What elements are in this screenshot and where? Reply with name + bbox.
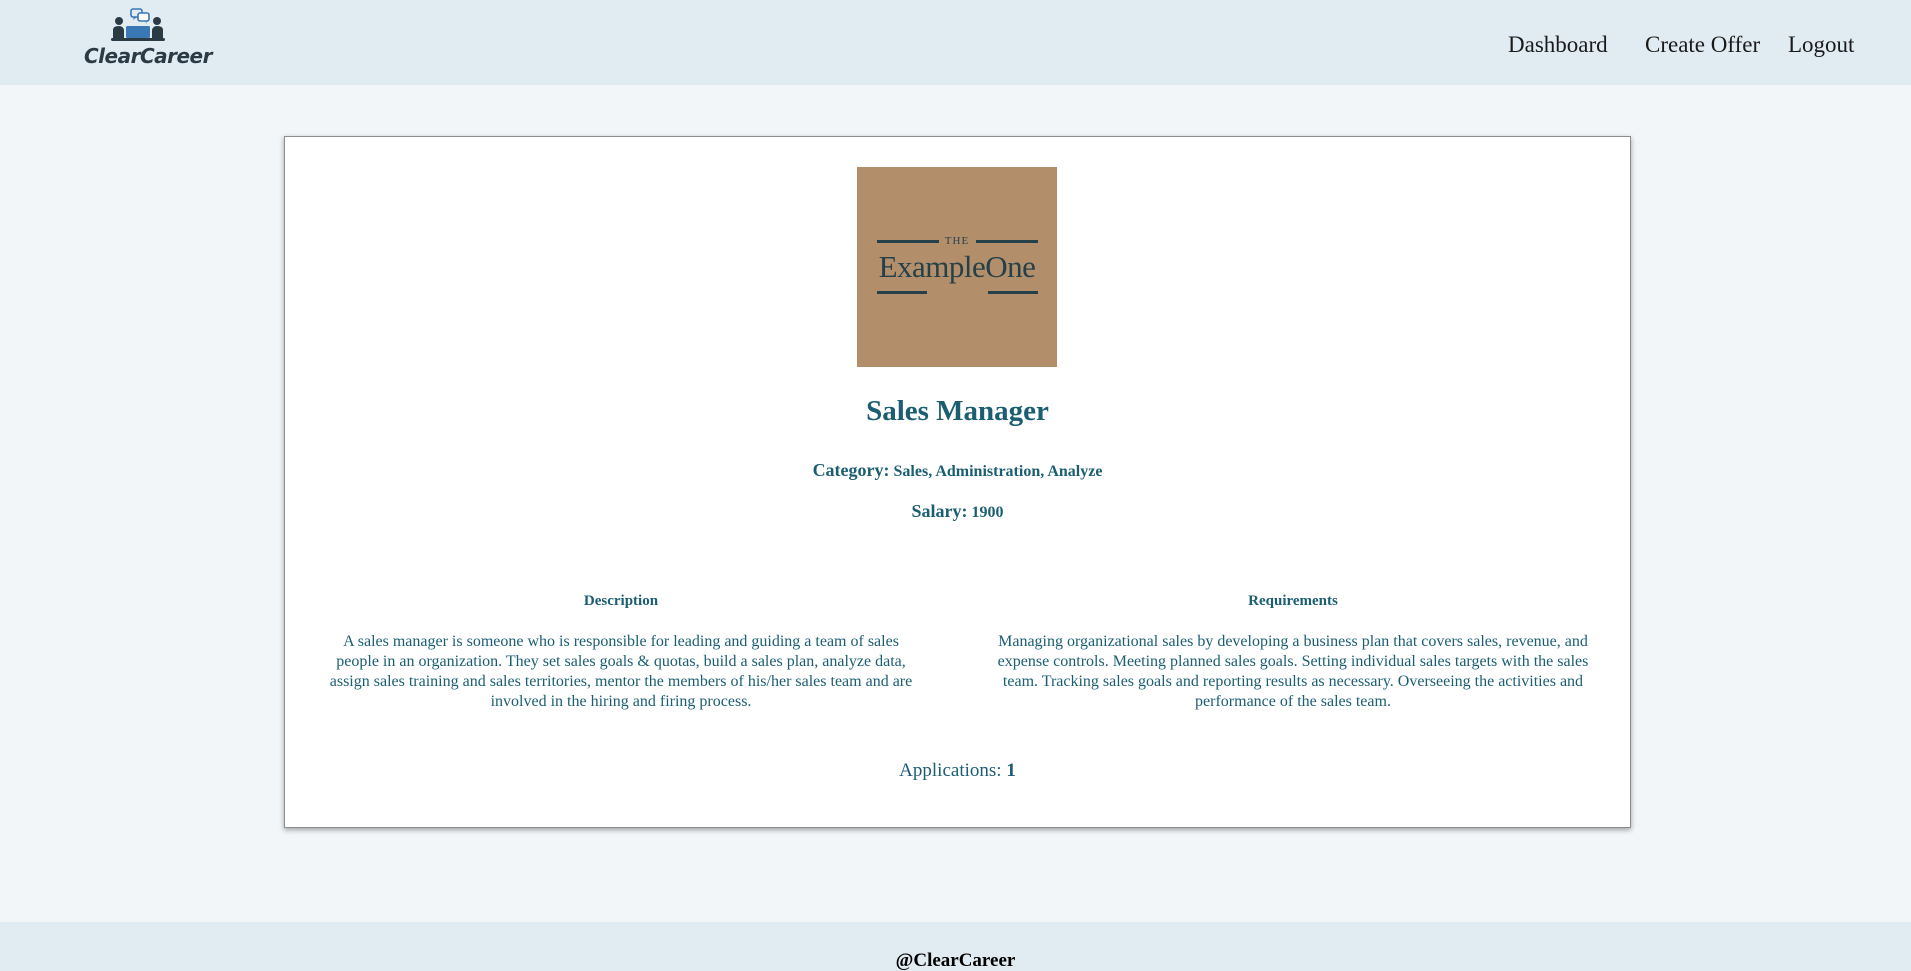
description-heading: Description (583, 593, 659, 609)
top-header: ClearCareer Dashboard Create Offer Logou… (0, 0, 1911, 85)
people-chat-icon (111, 8, 165, 41)
page-footer: @ClearCareer (0, 922, 1911, 971)
offer-salary: Salary: 1900 (285, 501, 1630, 522)
footer-copyright: @ClearCareer (895, 950, 1016, 971)
logo-rule (988, 291, 1038, 294)
salary-label: Salary: (911, 501, 968, 521)
applications-value: 1 (1006, 760, 1016, 781)
category-label: Category: (812, 460, 890, 480)
company-logo-the: THE (944, 235, 970, 247)
offer-title: Sales Manager (866, 395, 1049, 427)
nav-logout[interactable]: Logout (1788, 32, 1854, 58)
requirements-heading: Requirements (1248, 593, 1338, 609)
applications-label: Applications: (899, 760, 1002, 781)
logo-rule (877, 291, 927, 294)
category-value: Sales, Administration, Analyze (893, 463, 1103, 480)
brand-logo[interactable]: ClearCareer (84, 8, 213, 70)
requirements-text: Managing organizational sales by develop… (997, 633, 1589, 710)
company-logo-image: THE ExampleOne (857, 167, 1057, 367)
nav-dashboard[interactable]: Dashboard (1508, 32, 1608, 58)
nav-create-offer[interactable]: Create Offer (1645, 32, 1760, 58)
applications-count: Applications: 1 (285, 760, 1630, 782)
salary-value: 1900 (971, 504, 1004, 521)
description-text: A sales manager is someone who is respon… (329, 633, 913, 710)
offer-card: THE ExampleOne Sales Manager Category: S… (284, 136, 1631, 828)
company-logo-name: ExampleOne (878, 249, 1036, 284)
brand-name: ClearCareer (84, 44, 213, 68)
offer-category: Category: Sales, Administration, Analyze (285, 460, 1630, 481)
